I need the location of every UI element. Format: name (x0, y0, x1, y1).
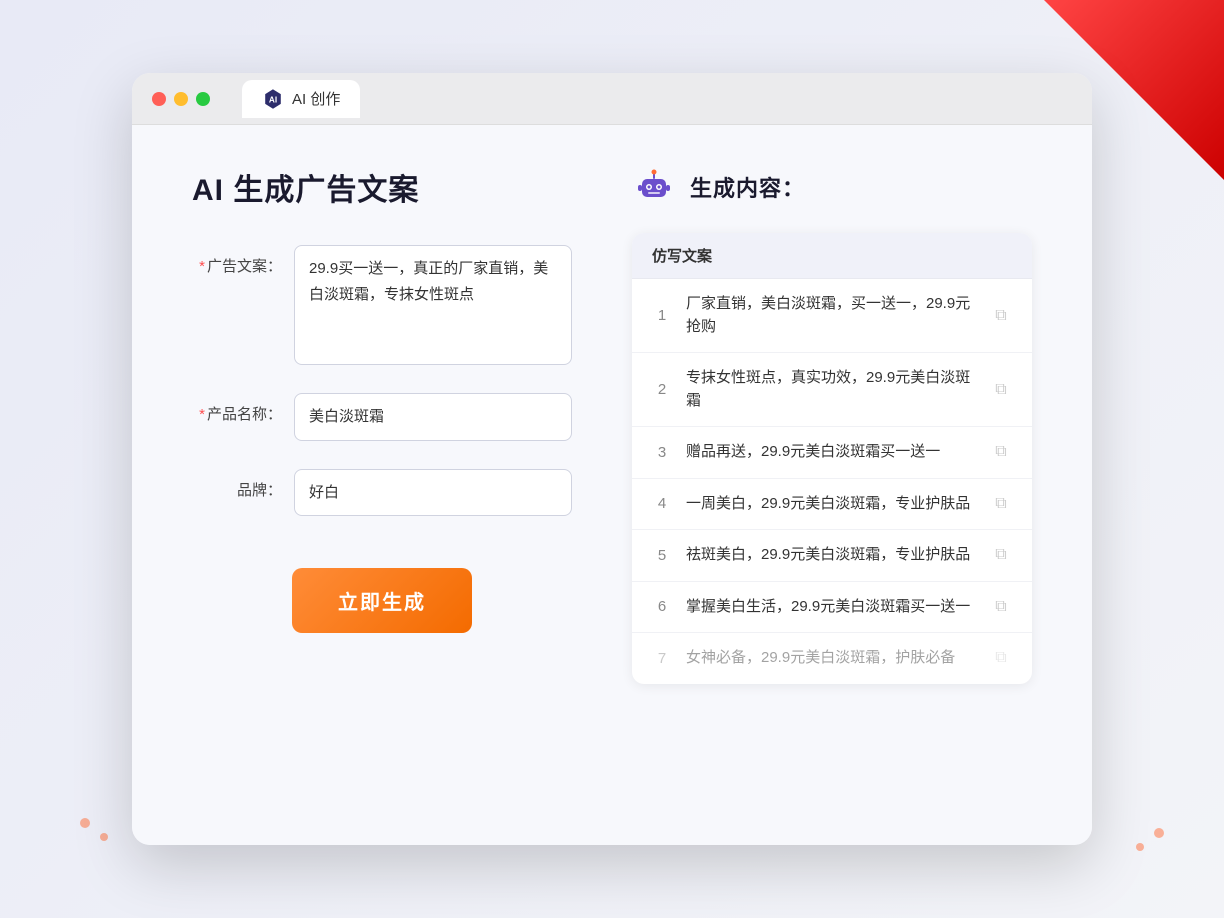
browser-window: AI AI 创作 AI 生成广告文案 *广告文案： 29.9买一送一，真正的厂家… (132, 73, 1092, 845)
result-title: 生成内容： (690, 171, 805, 203)
ai-tab-icon: AI (262, 88, 284, 110)
row-number: 3 (652, 444, 672, 461)
row-text: 女神必备，29.9元美白淡斑霜，护肤必备 (686, 647, 976, 670)
form-group-brand: 品牌： (192, 469, 572, 517)
input-brand[interactable] (294, 469, 572, 517)
input-product-name[interactable] (294, 393, 572, 441)
right-panel: 生成内容： 仿写文案 1 厂家直销，美白淡斑霜，买一送一，29.9元抢购 ⧉ 2… (632, 165, 1032, 795)
browser-content: AI 生成广告文案 *广告文案： 29.9买一送一，真正的厂家直销，美白淡斑霜，… (132, 125, 1092, 845)
copy-icon[interactable]: ⧉ (990, 305, 1012, 327)
copy-icon[interactable]: ⧉ (990, 379, 1012, 401)
row-text: 掌握美白生活，29.9元美白淡斑霜买一送一 (686, 596, 976, 619)
result-row: 4 一周美白，29.9元美白淡斑霜，专业护肤品 ⧉ (632, 479, 1032, 531)
deco-dots-bottom-right (1084, 828, 1164, 868)
svg-text:AI: AI (269, 95, 277, 104)
label-ad-copy: *广告文案： (192, 245, 282, 276)
row-number: 2 (652, 381, 672, 398)
label-product-name: *产品名称： (192, 393, 282, 424)
row-number: 7 (652, 650, 672, 667)
result-row: 2 专抹女性斑点，真实功效，29.9元美白淡斑霜 ⧉ (632, 353, 1032, 427)
input-ad-copy[interactable]: 29.9买一送一，真正的厂家直销，美白淡斑霜，专抹女性斑点 (294, 245, 572, 365)
copy-icon[interactable]: ⧉ (990, 596, 1012, 618)
form-group-ad-copy: *广告文案： 29.9买一送一，真正的厂家直销，美白淡斑霜，专抹女性斑点 (192, 245, 572, 365)
copy-icon[interactable]: ⧉ (990, 647, 1012, 669)
browser-tab[interactable]: AI AI 创作 (242, 80, 360, 118)
row-text: 祛斑美白，29.9元美白淡斑霜，专业护肤品 (686, 544, 976, 567)
row-text: 赠品再送，29.9元美白淡斑霜买一送一 (686, 441, 976, 464)
result-row: 6 掌握美白生活，29.9元美白淡斑霜买一送一 ⧉ (632, 582, 1032, 634)
row-number: 1 (652, 307, 672, 324)
tab-label: AI 创作 (292, 88, 340, 109)
row-number: 4 (652, 495, 672, 512)
row-number: 5 (652, 547, 672, 564)
result-row: 7 女神必备，29.9元美白淡斑霜，护肤必备 ⧉ (632, 633, 1032, 684)
page-title: AI 生成广告文案 (192, 165, 572, 209)
robot-icon (632, 165, 676, 209)
browser-titlebar: AI AI 创作 (132, 73, 1092, 125)
results-table: 仿写文案 1 厂家直销，美白淡斑霜，买一送一，29.9元抢购 ⧉ 2 专抹女性斑… (632, 233, 1032, 684)
copy-icon[interactable]: ⧉ (990, 441, 1012, 463)
result-row: 5 祛斑美白，29.9元美白淡斑霜，专业护肤品 ⧉ (632, 530, 1032, 582)
copy-icon[interactable]: ⧉ (990, 544, 1012, 566)
left-panel: AI 生成广告文案 *广告文案： 29.9买一送一，真正的厂家直销，美白淡斑霜，… (192, 165, 572, 795)
label-brand: 品牌： (192, 469, 282, 500)
required-star: * (199, 258, 205, 275)
results-column-header: 仿写文案 (632, 233, 1032, 279)
required-star-2: * (199, 406, 205, 423)
row-text: 一周美白，29.9元美白淡斑霜，专业护肤品 (686, 493, 976, 516)
traffic-light-red[interactable] (152, 92, 166, 106)
row-text: 厂家直销，美白淡斑霜，买一送一，29.9元抢购 (686, 293, 976, 338)
row-number: 6 (652, 598, 672, 615)
traffic-light-green[interactable] (196, 92, 210, 106)
generate-button[interactable]: 立即生成 (292, 568, 472, 633)
copy-icon[interactable]: ⧉ (990, 493, 1012, 515)
result-row: 3 赠品再送，29.9元美白淡斑霜买一送一 ⧉ (632, 427, 1032, 479)
traffic-light-yellow[interactable] (174, 92, 188, 106)
form-group-product-name: *产品名称： (192, 393, 572, 441)
row-text: 专抹女性斑点，真实功效，29.9元美白淡斑霜 (686, 367, 976, 412)
traffic-lights (152, 92, 210, 106)
result-row: 1 厂家直销，美白淡斑霜，买一送一，29.9元抢购 ⧉ (632, 279, 1032, 353)
result-header: 生成内容： (632, 165, 1032, 209)
